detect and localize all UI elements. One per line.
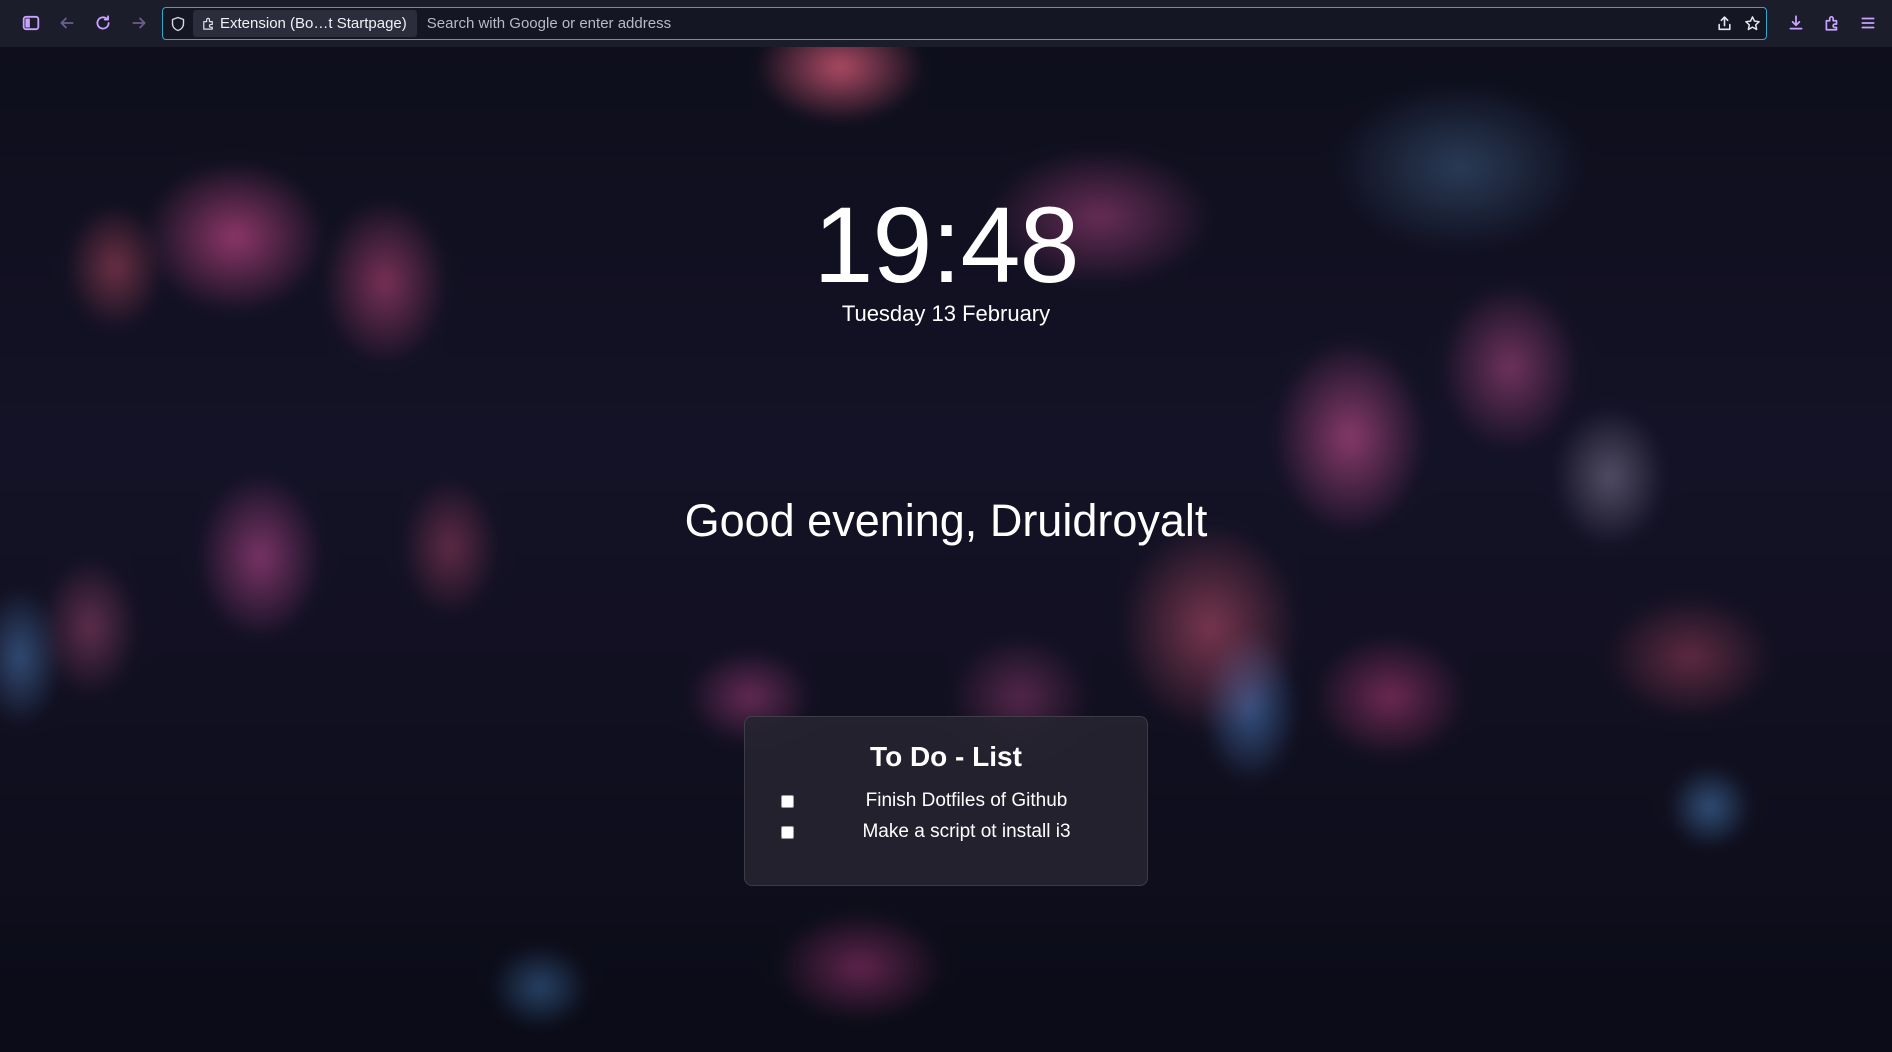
- todo-item-label: Make a script ot install i3: [862, 821, 1071, 842]
- extension-icon: [203, 17, 213, 30]
- sidebar-icon[interactable]: [13, 5, 49, 41]
- share-icon[interactable]: [1710, 9, 1738, 39]
- todo-card: To Do - List Finish Dotfiles of Github M…: [744, 716, 1148, 886]
- todo-item-label: Finish Dotfiles of Github: [865, 790, 1068, 811]
- todo-item[interactable]: Make a script ot install i3: [781, 818, 1131, 846]
- bookmark-star-icon[interactable]: [1738, 9, 1766, 39]
- identity-box[interactable]: Extension (Bo…t Startpage): [193, 10, 417, 37]
- todo-checkbox[interactable]: [781, 825, 794, 839]
- menu-icon[interactable]: [1850, 5, 1886, 41]
- shield-icon[interactable]: [163, 9, 193, 39]
- startpage: 19:48 Tuesday 13 February Good evening, …: [0, 47, 1892, 1052]
- identity-label: Extension (Bo…t Startpage): [220, 15, 407, 32]
- greeting: Good evening, Druidroyalt: [684, 495, 1208, 546]
- todo-title: To Do - List: [870, 741, 1022, 772]
- extensions-icon[interactable]: [1814, 5, 1850, 41]
- reload-icon[interactable]: [85, 5, 121, 41]
- clock: 19:48: [813, 184, 1079, 305]
- download-icon[interactable]: [1778, 5, 1814, 41]
- back-icon[interactable]: [49, 5, 85, 41]
- url-input[interactable]: Search with Google or enter address: [427, 15, 1710, 32]
- toolbar-right: [1778, 5, 1886, 41]
- todo-item[interactable]: Finish Dotfiles of Github: [781, 787, 1131, 815]
- address-bar[interactable]: Extension (Bo…t Startpage) Search with G…: [162, 7, 1767, 40]
- todo-checkbox[interactable]: [781, 794, 794, 808]
- forward-icon[interactable]: [121, 5, 157, 41]
- date-label: Tuesday 13 February: [841, 301, 1051, 326]
- browser-toolbar: Extension (Bo…t Startpage) Search with G…: [0, 0, 1892, 47]
